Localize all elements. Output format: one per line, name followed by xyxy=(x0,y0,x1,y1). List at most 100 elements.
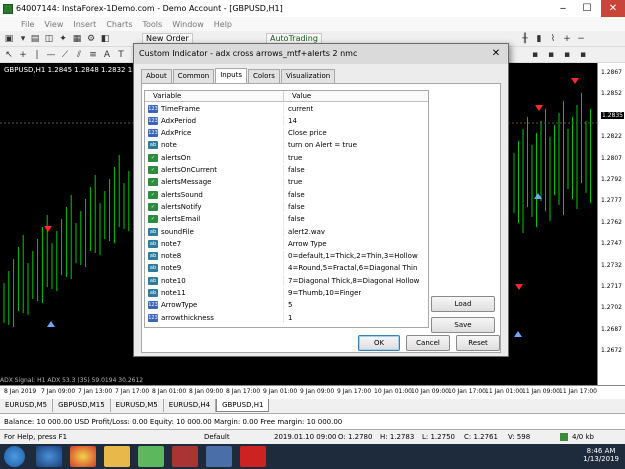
input-row-note11[interactable]: ab note11 9=Thumb,10=Finger xyxy=(145,287,428,299)
period-m1-icon[interactable]: ▪ xyxy=(530,50,540,60)
candle-chart-icon[interactable]: ▮ xyxy=(534,34,544,44)
input-row-note9[interactable]: ab note9 4=Round,5=Fractal,6=Diagonal Thin xyxy=(145,262,428,274)
input-row-arrowtype[interactable]: 123 ArrowType 5 xyxy=(145,299,428,311)
tab-colors[interactable]: Colors xyxy=(248,69,280,83)
media-icon[interactable] xyxy=(172,446,198,467)
new-chart-icon[interactable]: ▣ xyxy=(4,34,14,44)
chart-tab-gbpusd-m15[interactable]: GBPUSD,M15 xyxy=(53,399,111,412)
input-value-cell[interactable]: 9=Thumb,10=Finger xyxy=(284,289,361,297)
input-value-cell[interactable]: false xyxy=(284,203,305,211)
period-m5-icon[interactable]: ▪ xyxy=(546,50,556,60)
cancel-button[interactable]: Cancel xyxy=(406,335,450,351)
chart-tab-eurusd-m5-2[interactable]: EURUSD,M5 xyxy=(110,399,164,412)
input-row-alertsemail[interactable]: ✓ alertsEmail false xyxy=(145,213,428,225)
input-value-cell[interactable]: 4=Round,5=Fractal,6=Diagonal Thin xyxy=(284,264,417,272)
start-button[interactable] xyxy=(4,446,25,467)
input-row-note8[interactable]: ab note8 0=default,1=Thick,2=Thin,3=Hollow xyxy=(145,250,428,262)
market-watch-icon[interactable]: ▤ xyxy=(30,34,40,44)
time-scale[interactable]: 8 Jan 2019 7 Jan 09:00 7 Jan 13:00 7 Jan 17… xyxy=(0,385,625,399)
fibonacci-icon[interactable]: ≡ xyxy=(88,50,98,60)
input-value-cell[interactable]: true xyxy=(284,154,302,162)
input-value-cell[interactable]: alert2.wav xyxy=(284,228,325,236)
price-scale[interactable]: 1.2867 1.2852 1.2835 1.2822 1.2807 1.2792 1.27… xyxy=(597,63,625,385)
input-row-note10[interactable]: ab note10 7=Diagonal Thick,8=Diagonal Holl… xyxy=(145,275,428,287)
chrome-icon[interactable] xyxy=(70,446,96,467)
strategy-tester-icon[interactable]: ⚙ xyxy=(86,34,96,44)
input-row-soundfile[interactable]: ab soundFile alert2.wav xyxy=(145,226,428,237)
input-value-cell[interactable]: false xyxy=(284,215,305,223)
menu-insert[interactable]: Insert xyxy=(68,20,101,29)
system-clock[interactable]: 8:46 AM 1/13/2019 xyxy=(583,447,619,463)
input-value-cell[interactable]: false xyxy=(284,191,305,199)
period-h1-icon[interactable]: ▪ xyxy=(562,50,572,60)
close-window-button[interactable]: ✕ xyxy=(601,0,625,17)
folder-icon[interactable] xyxy=(104,446,130,467)
vertical-line-icon[interactable]: | xyxy=(32,50,42,60)
input-value-cell[interactable]: turn on Alert = true xyxy=(284,141,357,149)
input-row-alertsnotify[interactable]: ✓ alertsNotify false xyxy=(145,201,428,213)
metatrader-icon[interactable] xyxy=(138,446,164,467)
input-value-cell[interactable]: true xyxy=(284,178,302,186)
data-window-icon[interactable]: ◫ xyxy=(44,34,54,44)
chart-tab-gbpusd-h1[interactable]: GBPUSD,H1 xyxy=(216,399,270,412)
crosshair-icon[interactable]: + xyxy=(18,50,28,60)
maximize-button[interactable]: ☐ xyxy=(575,0,599,17)
input-value-cell[interactable]: Close price xyxy=(284,129,327,137)
zoom-out-icon[interactable]: − xyxy=(576,34,586,44)
input-row-adxperiod[interactable]: 123 AdxPeriod 14 xyxy=(145,115,428,127)
cursor-icon[interactable]: ↖ xyxy=(4,50,14,60)
label-tool-icon[interactable]: T xyxy=(116,50,126,60)
input-value-cell[interactable]: Arrow Type xyxy=(284,240,327,248)
profiles-icon[interactable]: ▾ xyxy=(18,34,28,44)
column-value[interactable]: Value xyxy=(284,91,311,101)
save-button[interactable]: Save xyxy=(431,317,495,333)
input-value-cell[interactable]: 7=Diagonal Thick,8=Diagonal Hollow xyxy=(284,277,419,285)
input-row-alertsmessage[interactable]: ✓ alertsMessage true xyxy=(145,176,428,188)
horizontal-line-icon[interactable]: — xyxy=(46,50,56,60)
app-icon-6[interactable] xyxy=(206,446,232,467)
navigator-icon[interactable]: ✦ xyxy=(58,34,68,44)
line-chart-icon[interactable]: ⌇ xyxy=(548,34,558,44)
chart-tab-eurusd-m5[interactable]: EURUSD,M5 xyxy=(0,399,54,412)
input-row-note7[interactable]: ab note7 Arrow Type xyxy=(145,238,428,250)
tab-visualization[interactable]: Visualization xyxy=(280,69,336,83)
input-value-cell[interactable]: 5 xyxy=(284,301,292,309)
column-variable[interactable]: Variable xyxy=(145,91,284,101)
menu-window[interactable]: Window xyxy=(167,20,209,29)
tab-inputs[interactable]: Inputs xyxy=(215,68,248,83)
terminal-icon[interactable]: ▦ xyxy=(72,34,82,44)
tab-common[interactable]: Common xyxy=(172,69,215,83)
period-d1-icon[interactable]: ▪ xyxy=(578,50,588,60)
menu-tools[interactable]: Tools xyxy=(137,20,167,29)
gift-icon[interactable] xyxy=(240,446,266,467)
trendline-icon[interactable]: ⟋ xyxy=(60,50,70,60)
input-value-cell[interactable]: false xyxy=(284,166,305,174)
minimize-button[interactable]: ‒ xyxy=(551,0,575,17)
dialog-close-button[interactable]: ✕ xyxy=(486,46,506,61)
input-row-alertssound[interactable]: ✓ alertsSound false xyxy=(145,189,428,201)
menu-view[interactable]: View xyxy=(39,20,68,29)
input-value-cell[interactable]: current xyxy=(284,105,313,113)
input-value-cell[interactable]: 1 xyxy=(284,314,292,322)
zoom-in-icon[interactable]: + xyxy=(562,34,572,44)
ie-icon[interactable] xyxy=(36,446,62,467)
chart-tab-eurusd-h4[interactable]: EURUSD,H4 xyxy=(163,399,217,412)
menu-file[interactable]: File xyxy=(16,20,39,29)
input-row-note[interactable]: ab note turn on Alert = true xyxy=(145,139,428,151)
input-row-alertsoncurrent[interactable]: ✓ alertsOnCurrent false xyxy=(145,164,428,176)
ok-button[interactable]: OK xyxy=(358,335,400,351)
text-tool-icon[interactable]: A xyxy=(102,50,112,60)
menu-help[interactable]: Help xyxy=(209,20,237,29)
channel-icon[interactable]: ⫽ xyxy=(74,50,84,60)
input-row-alertson[interactable]: ✓ alertsOn true xyxy=(145,152,428,164)
menu-charts[interactable]: Charts xyxy=(101,20,137,29)
input-row-arrowthickness[interactable]: 123 arrowthickness 1 xyxy=(145,312,428,324)
input-value-cell[interactable]: 0=default,1=Thick,2=Thin,3=Hollow xyxy=(284,252,418,260)
reset-button[interactable]: Reset xyxy=(456,335,500,351)
input-row-timeframe[interactable]: 123 TimeFrame current xyxy=(145,103,428,114)
input-value-cell[interactable]: 14 xyxy=(284,117,297,125)
options-icon[interactable]: ◧ xyxy=(100,34,110,44)
inputs-grid[interactable]: Variable Value 123 TimeFrame current 123 Adx… xyxy=(144,90,429,328)
tab-about[interactable]: About xyxy=(141,69,172,83)
input-row-adxprice[interactable]: 123 AdxPrice Close price xyxy=(145,127,428,139)
